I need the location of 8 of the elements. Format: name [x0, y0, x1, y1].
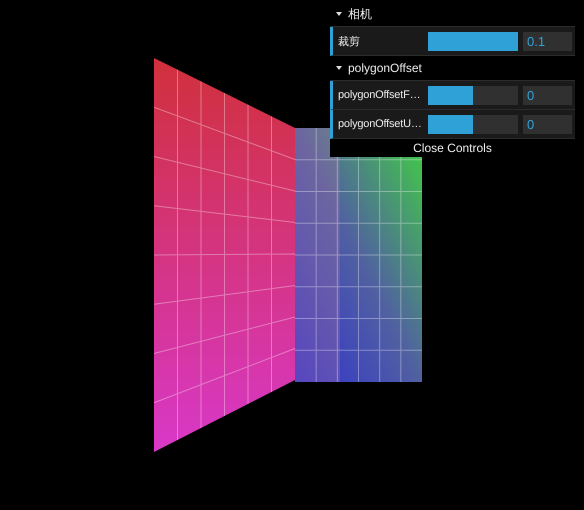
value-field[interactable]: 0	[523, 86, 572, 104]
slider-label: polygonOffsetF…	[338, 89, 422, 101]
value-field[interactable]: 0	[523, 114, 572, 134]
slider-label: 裁剪	[338, 34, 361, 48]
value-field[interactable]: 0.1	[523, 32, 572, 50]
slider-track[interactable]	[428, 114, 518, 134]
slider-track[interactable]	[428, 86, 518, 104]
slider-label: polygonOffsetU…	[338, 118, 423, 130]
